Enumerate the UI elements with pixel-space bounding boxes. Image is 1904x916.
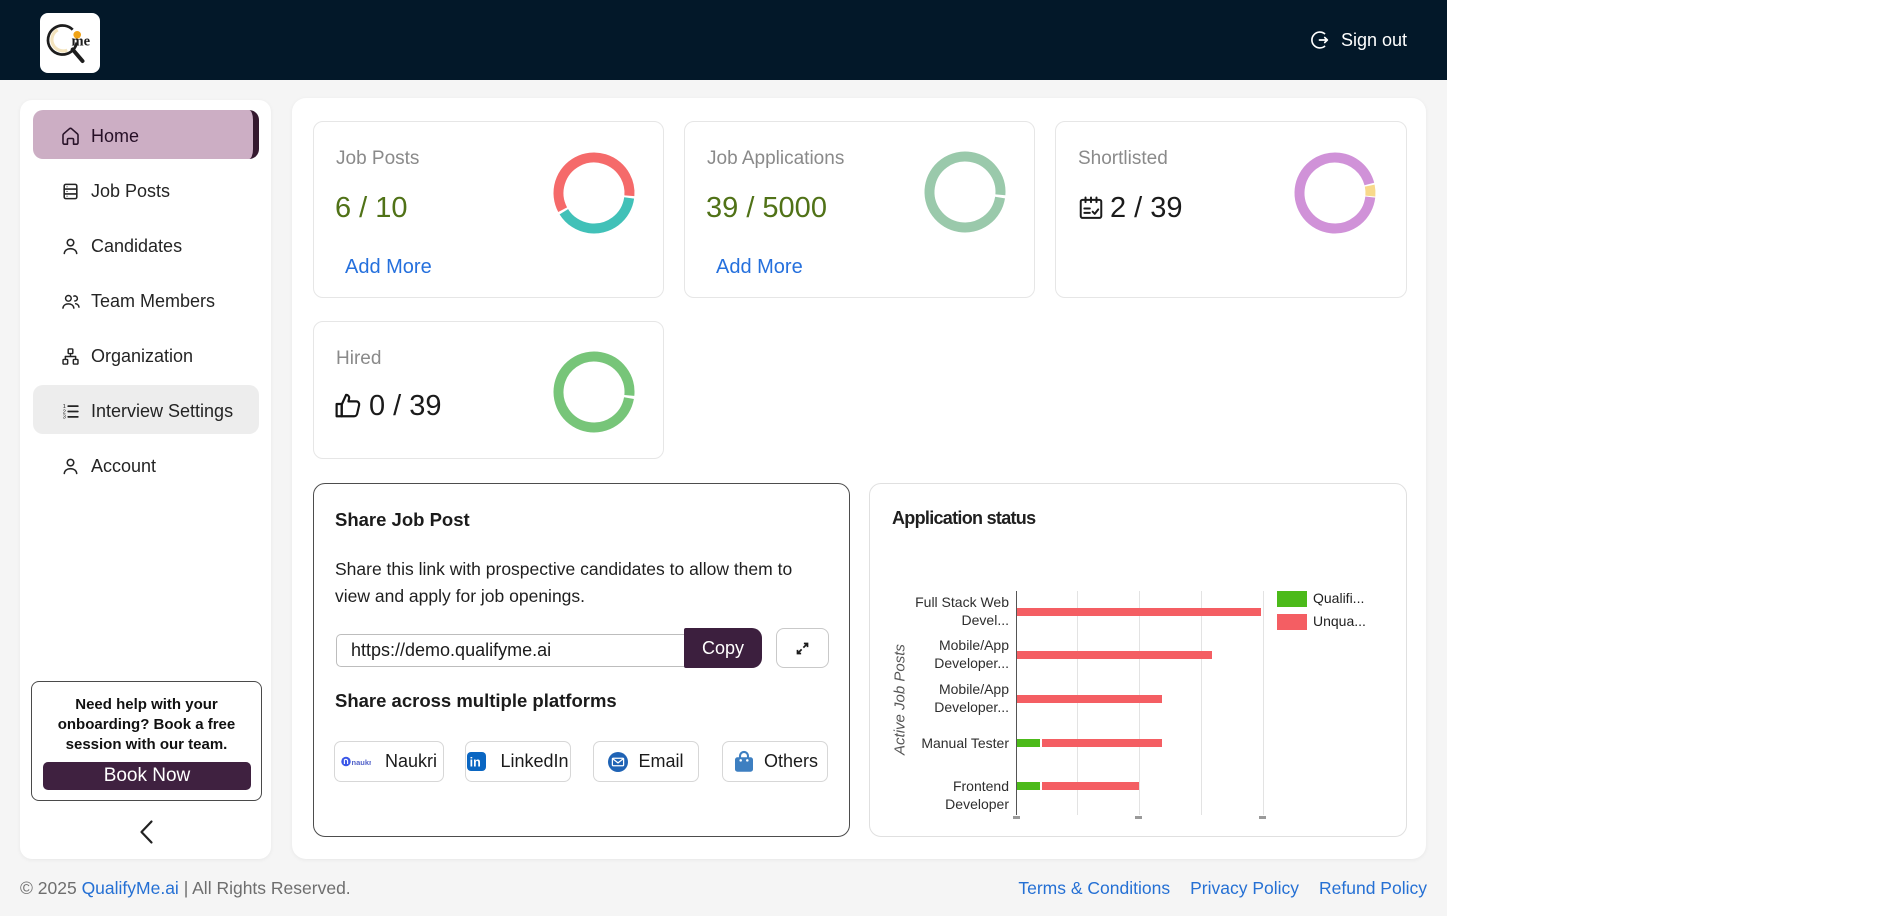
svg-text:me: me [72, 34, 91, 50]
svg-text:naukri: naukri [351, 758, 371, 767]
svg-text:3: 3 [63, 415, 66, 421]
svg-text:in: in [470, 756, 481, 770]
